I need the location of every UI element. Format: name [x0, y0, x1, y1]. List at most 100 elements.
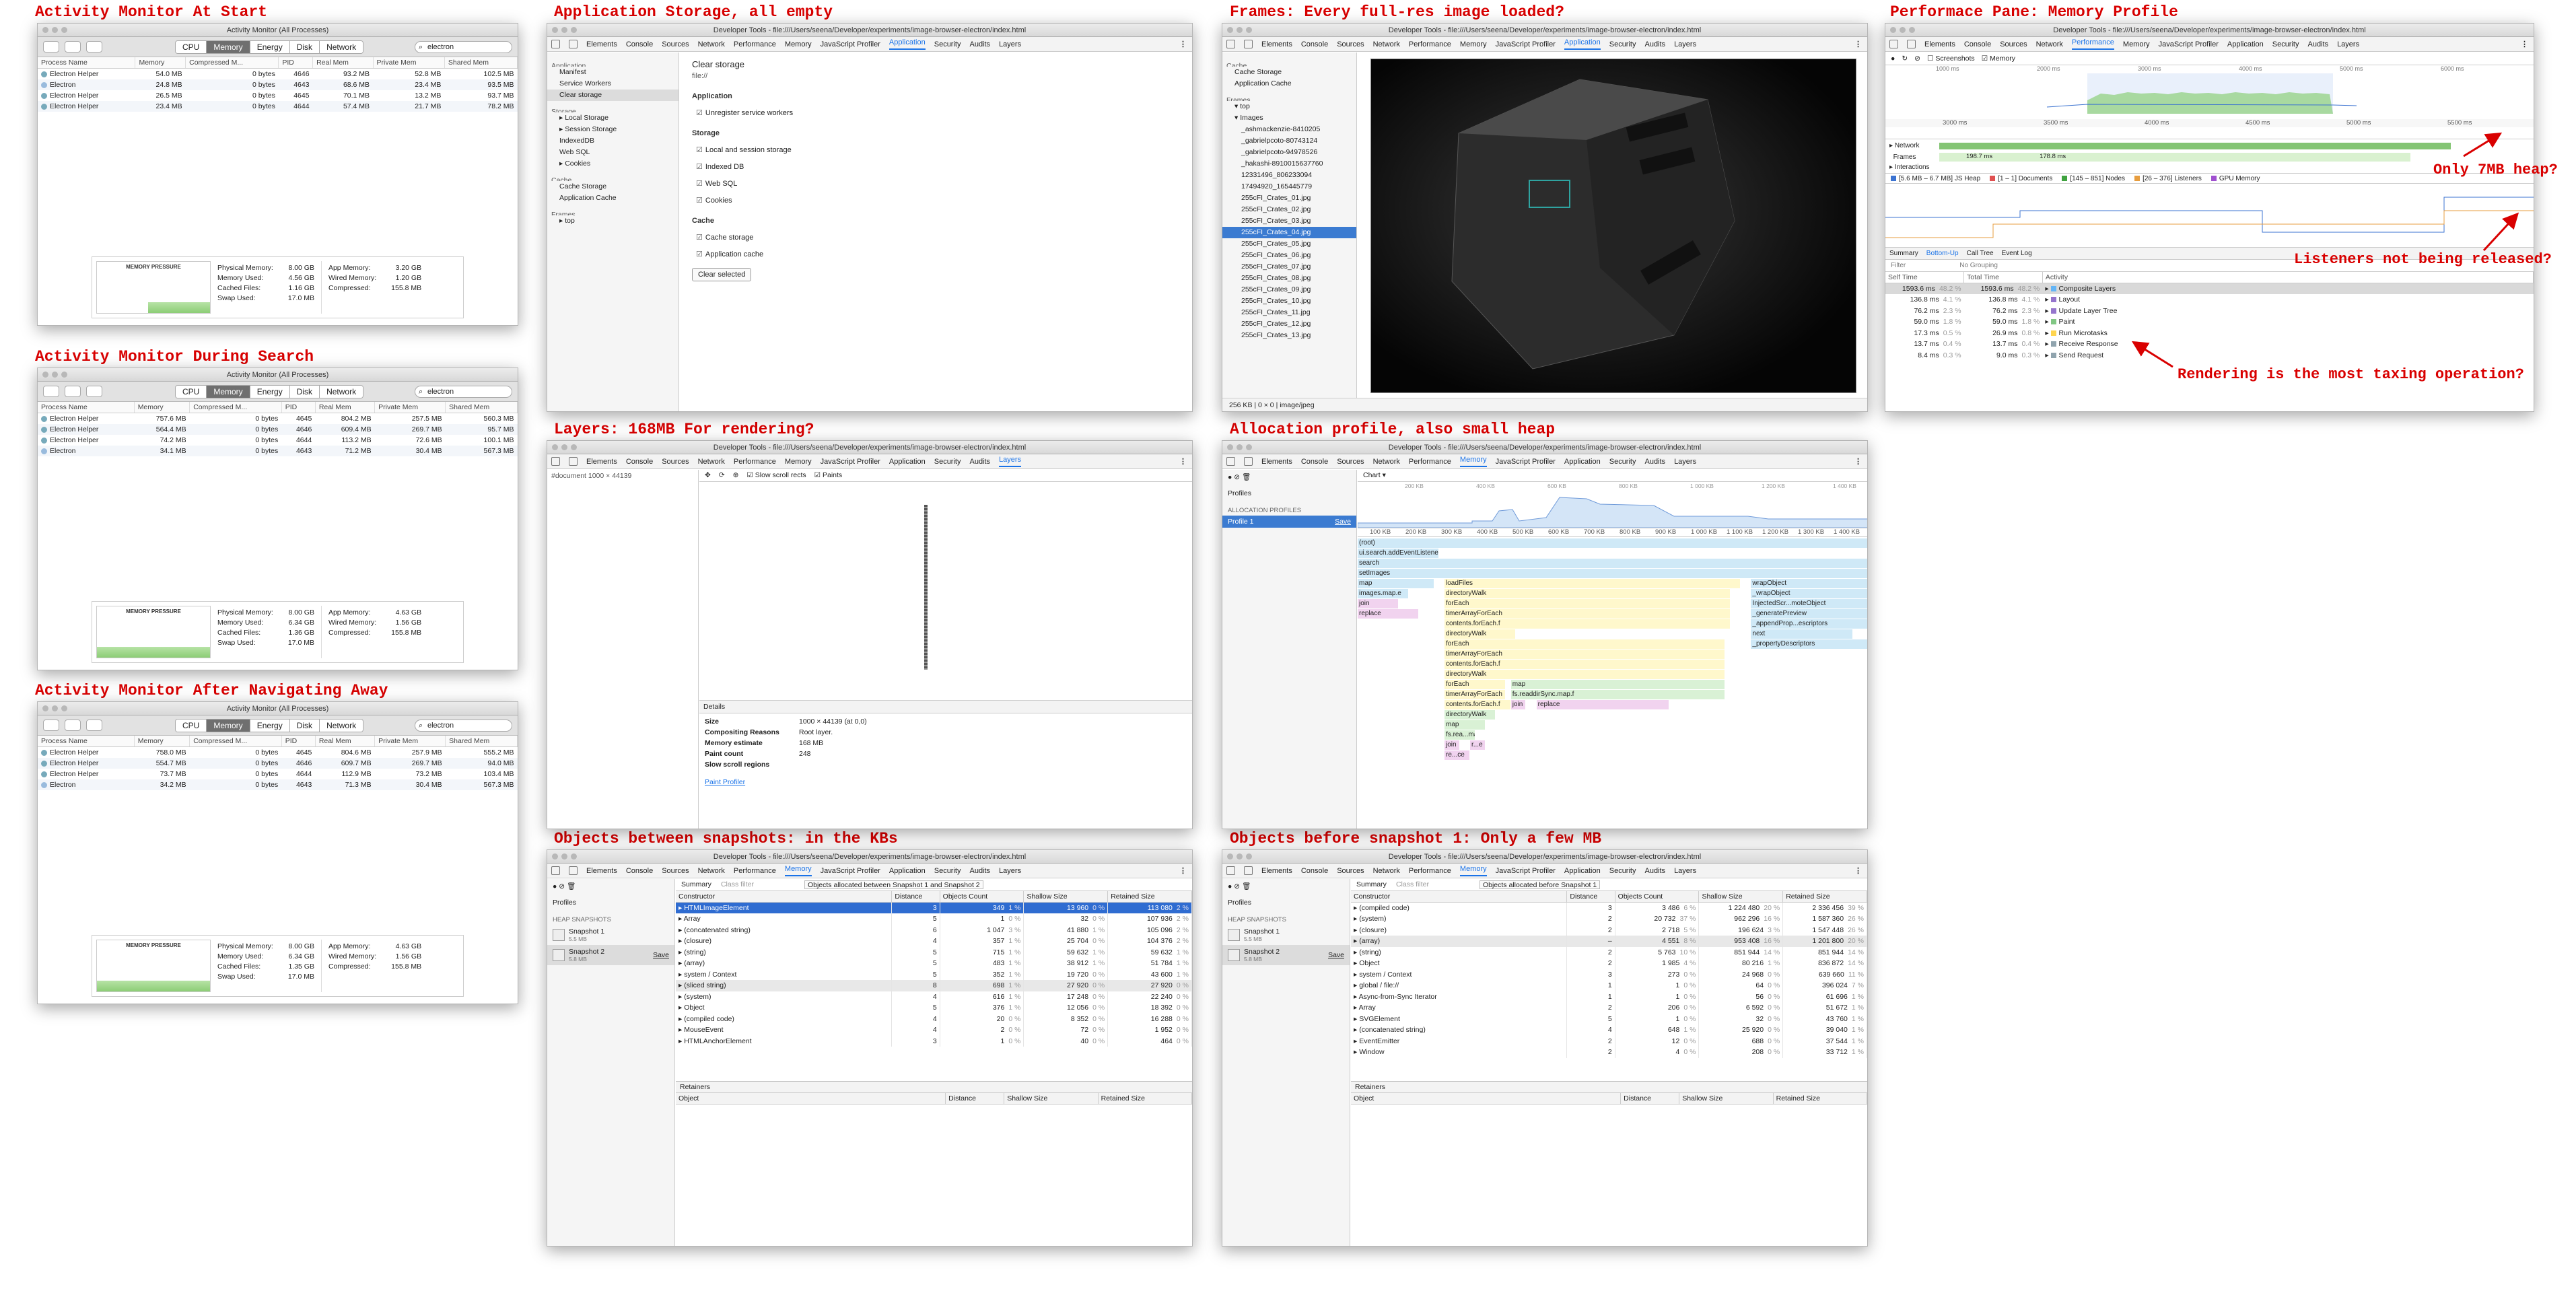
table-row[interactable]: Electron 24.8 MB 0 bytes 4643 68.6 MB 23.4 MB… [38, 79, 518, 90]
sidebar-item[interactable]: 255cFI_Crates_04.jpg [1222, 227, 1356, 238]
more-icon[interactable]: ⋮ [1854, 866, 1862, 875]
tab-console[interactable]: Console [626, 867, 653, 875]
column-header[interactable]: Retained Size [1107, 891, 1192, 903]
more-icon[interactable]: ⋮ [1854, 40, 1862, 48]
tab-javascript-profiler[interactable]: JavaScript Profiler [821, 458, 880, 466]
tab-audits[interactable]: Audits [1644, 458, 1665, 466]
flame-frame[interactable]: map [1358, 579, 1434, 588]
tab-disk[interactable]: Disk [289, 719, 320, 732]
slow-scroll-checkbox[interactable]: ☑ Slow scroll rects [746, 471, 806, 480]
tab-audits[interactable]: Audits [969, 40, 990, 48]
flame-frame[interactable]: next [1751, 629, 1853, 639]
clear-icon[interactable]: ⊘ [1914, 55, 1920, 63]
flame-frame[interactable]: _appendProp...escriptors [1751, 619, 1867, 629]
snapshot-item[interactable]: Snapshot 1 5.5 MB [1222, 925, 1350, 945]
class-filter-input[interactable]: Class filter [1396, 880, 1470, 889]
tab-audits[interactable]: Audits [1644, 40, 1665, 48]
table-row[interactable]: ▸ (array) –4 551 8 % 953 408 16 % 1 201 800 20… [1351, 936, 1867, 947]
device-icon[interactable] [1244, 40, 1253, 48]
tab-performance[interactable]: Performance [1409, 867, 1451, 875]
storage-checkbox[interactable]: Application cache [692, 250, 1180, 258]
tab-network[interactable]: Network [320, 719, 363, 732]
table-row[interactable]: ▸ (system) 2 20 732 37 % 962 296 16 % 1 587 36… [1351, 913, 1867, 925]
table-row[interactable]: ▸ SVGElement 5 1 0 % 32 0 % 43 760 1 % [1351, 1013, 1867, 1024]
tab-console[interactable]: Console [626, 458, 653, 466]
column-header[interactable]: Compressed M... [189, 736, 282, 747]
expand-icon[interactable]: ▸ [678, 1037, 684, 1045]
table-row[interactable]: Electron Helper 26.5 MB 0 bytes 4645 70.1 MB… [38, 90, 518, 101]
column-header[interactable]: Memory [134, 402, 190, 413]
inspect-icon[interactable] [1226, 40, 1235, 48]
gear-icon[interactable] [86, 720, 102, 731]
storage-checkbox[interactable]: Cache storage [692, 233, 1180, 242]
tab-network[interactable]: Network [698, 458, 725, 466]
sidebar-item[interactable]: 255cFI_Crates_09.jpg [1222, 284, 1356, 295]
sidebar-item[interactable]: ▸ top [547, 215, 678, 227]
tab-audits[interactable]: Audits [969, 458, 990, 466]
sidebar-item[interactable]: ▾ top [1222, 101, 1356, 112]
reload-icon[interactable]: ↻ [1902, 55, 1908, 63]
table-row[interactable]: ▸ HTMLAnchorElement 3 1 0 % 40 0 % 464 0 % [676, 1035, 1192, 1047]
tab-network[interactable]: Network [320, 40, 363, 53]
device-icon[interactable] [1907, 40, 1916, 48]
device-icon[interactable] [1244, 866, 1253, 875]
tab-elements[interactable]: Elements [1261, 458, 1292, 466]
table-row[interactable]: Electron Helper 74.2 MB 0 bytes 4644 113.2 M… [38, 435, 518, 446]
sidebar-item[interactable]: Cache Storage [547, 181, 678, 193]
expand-icon[interactable]: ▸ [1354, 915, 1359, 923]
column-header[interactable]: Shared Mem [444, 57, 518, 69]
table-row[interactable]: ▸ Async-from-Sync Iterator 1 1 0 % 56 0 % 61 6… [1351, 991, 1867, 1002]
tab-security[interactable]: Security [1609, 458, 1636, 466]
sidebar-item[interactable]: ▸ Local Storage [547, 112, 678, 124]
tab-memory[interactable]: Memory [1460, 40, 1487, 48]
tab-network[interactable]: Network [1373, 458, 1400, 466]
tab-layers[interactable]: Layers [999, 867, 1021, 875]
flame-frame[interactable]: timerArrayForEach [1444, 690, 1506, 699]
more-icon[interactable]: ⋮ [1179, 40, 1187, 48]
column-header[interactable]: Shared Mem [445, 402, 518, 413]
record-icon[interactable]: ● [1891, 55, 1895, 63]
expand-icon[interactable]: ▸ [678, 948, 684, 956]
sidebar-item[interactable]: Application Cache [1222, 78, 1356, 90]
tab-console[interactable]: Console [626, 40, 653, 48]
table-row[interactable]: 76.2 ms 2.3 % 76.2 ms 2.3 % ▸ Update Layer T… [1885, 306, 2534, 317]
reset-icon[interactable]: ⊕ [733, 471, 739, 480]
expand-icon[interactable]: ▸ [2045, 318, 2050, 326]
tab-application[interactable]: Application [1564, 458, 1601, 466]
layer-root[interactable]: #document 1000 × 44139 [551, 472, 631, 480]
column-header[interactable]: Shallow Size [1023, 891, 1109, 903]
tab-cpu[interactable]: CPU [176, 40, 207, 53]
table-row[interactable]: ▸ system / Context 3 273 0 % 24 968 0 % 639 66… [1351, 969, 1867, 980]
column-header[interactable]: Process Name [38, 736, 135, 747]
snapshot-item[interactable]: Snapshot 2 5.8 MB Save [547, 945, 674, 965]
sidebar-item[interactable]: Manifest [547, 67, 678, 78]
tab-layers[interactable]: Layers [2337, 40, 2359, 48]
flame-frame[interactable]: forEach [1444, 680, 1506, 689]
bottom-tab[interactable]: Summary [1889, 250, 1918, 257]
tab-cpu[interactable]: CPU [176, 719, 207, 732]
column-header[interactable]: Activity [2042, 272, 2534, 283]
sidebar-item[interactable]: 255cFI_Crates_01.jpg [1222, 193, 1356, 204]
bottom-tab[interactable]: Event Log [2002, 250, 2032, 257]
flame-frame[interactable]: _propertyDescriptors [1751, 639, 1867, 649]
tab-console[interactable]: Console [1301, 40, 1328, 48]
tab-memory[interactable]: Memory [785, 40, 812, 48]
inspect-icon[interactable] [1226, 866, 1235, 875]
flame-frame[interactable]: map [1510, 680, 1725, 689]
tab-memory[interactable]: Memory [1459, 865, 1487, 876]
tab-elements[interactable]: Elements [1261, 867, 1292, 875]
column-header[interactable]: Shared Mem [445, 736, 518, 747]
column-header[interactable]: Constructor [676, 891, 893, 903]
tab-security[interactable]: Security [934, 40, 961, 48]
tab-network[interactable]: Network [1373, 40, 1400, 48]
expand-icon[interactable]: ▸ [1354, 937, 1359, 945]
tab-elements[interactable]: Elements [586, 40, 617, 48]
tab-layers[interactable]: Layers [1674, 867, 1696, 875]
inspect-icon[interactable] [551, 40, 560, 48]
tab-security[interactable]: Security [1609, 867, 1636, 875]
table-row[interactable]: ▸ (concatenated string) 6 1 047 3 % 41 880 1 … [676, 924, 1192, 936]
sidebar-item[interactable]: _ashmackenzie-8410205 [1222, 124, 1356, 135]
sidebar-item[interactable]: _gabrielpcoto-94978526 [1222, 147, 1356, 158]
expand-icon[interactable]: ▸ [678, 904, 684, 912]
flame-frame[interactable]: fs.rea...map.f [1444, 730, 1475, 740]
